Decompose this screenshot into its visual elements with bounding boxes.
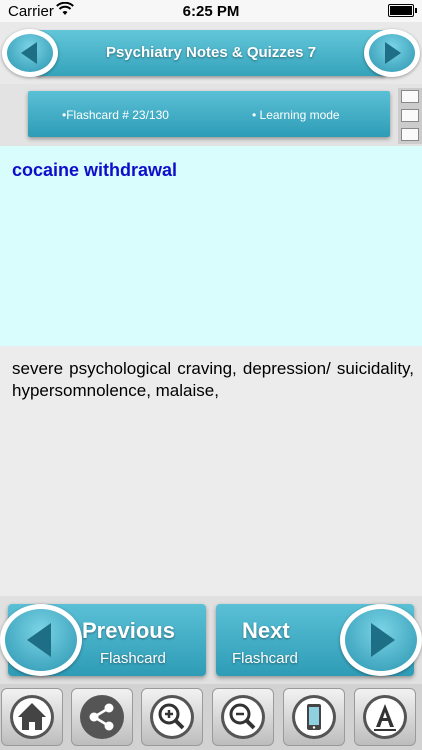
answer-panel: severe psychological craving, depression… xyxy=(0,346,422,596)
previous-sublabel: Flashcard xyxy=(100,650,166,667)
mobile-button[interactable] xyxy=(283,688,345,746)
share-button[interactable] xyxy=(71,688,133,746)
previous-circle[interactable] xyxy=(0,604,82,676)
app-title: Psychiatry Notes & Quizzes 7 xyxy=(105,44,317,61)
flashcard-navigation: Previous Flashcard Next Flashcard xyxy=(0,596,422,684)
left-arrow-icon xyxy=(5,609,77,671)
filmstrip-icon[interactable] xyxy=(398,88,422,144)
flashcard-counter: •Flashcard # 23/130 xyxy=(62,108,169,122)
next-sublabel: Flashcard xyxy=(232,650,298,667)
battery-icon xyxy=(388,4,417,17)
zoom-in-icon xyxy=(150,695,194,739)
share-icon xyxy=(80,695,124,739)
learning-mode-label: • Learning mode xyxy=(252,108,340,122)
right-arrow-icon xyxy=(345,609,417,671)
question-panel: cocaine withdrawal xyxy=(0,146,422,346)
next-circle[interactable] xyxy=(340,604,422,676)
zoom-out-icon xyxy=(221,695,265,739)
clock: 6:25 PM xyxy=(182,3,240,20)
mobile-icon xyxy=(292,695,336,739)
zoom-out-button[interactable] xyxy=(212,688,274,746)
header-bar: Psychiatry Notes & Quizzes 7 xyxy=(0,22,422,84)
font-button[interactable] xyxy=(354,688,416,746)
question-text: cocaine withdrawal xyxy=(12,160,178,180)
next-label: Next xyxy=(242,618,290,643)
home-button[interactable] xyxy=(1,688,63,746)
header-back-button[interactable] xyxy=(2,29,58,77)
left-arrow-icon xyxy=(7,34,53,72)
header-forward-button[interactable] xyxy=(364,29,420,77)
info-bar: •Flashcard # 23/130 • Learning mode xyxy=(0,84,422,146)
previous-label: Previous xyxy=(82,618,175,643)
zoom-in-button[interactable] xyxy=(141,688,203,746)
bottom-toolbar xyxy=(0,684,422,750)
status-bar: Carrier 6:25 PM xyxy=(0,0,422,22)
font-icon xyxy=(363,695,407,739)
home-icon xyxy=(10,695,54,739)
right-arrow-icon xyxy=(369,34,415,72)
answer-text: severe psychological craving, depression… xyxy=(12,359,414,400)
